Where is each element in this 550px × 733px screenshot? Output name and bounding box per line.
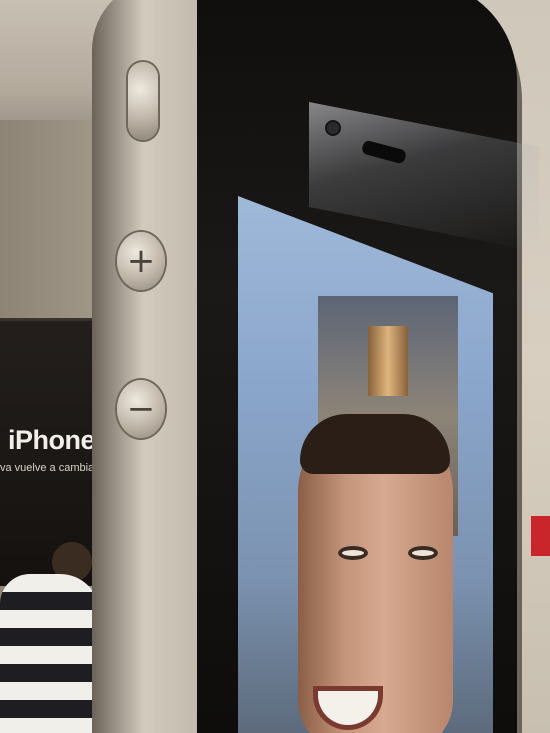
volume-up-button: + — [117, 232, 165, 290]
striped-shirt — [0, 574, 100, 733]
volume-down-button: − — [117, 380, 165, 438]
right-eye — [408, 546, 438, 560]
plus-icon: + — [126, 241, 156, 281]
red-sign — [531, 516, 550, 556]
minus-icon: − — [126, 389, 156, 429]
glass-reflection — [309, 102, 539, 252]
photo-scene: iPhone 4 va vuelve a cambiar. Ot + − — [0, 0, 550, 733]
left-eye — [338, 546, 368, 560]
mute-switch — [128, 62, 158, 140]
facetime-hair — [300, 414, 450, 474]
screen-lamp — [368, 326, 408, 396]
front-camera-icon — [327, 122, 339, 134]
person-striped-shirt — [0, 542, 100, 733]
